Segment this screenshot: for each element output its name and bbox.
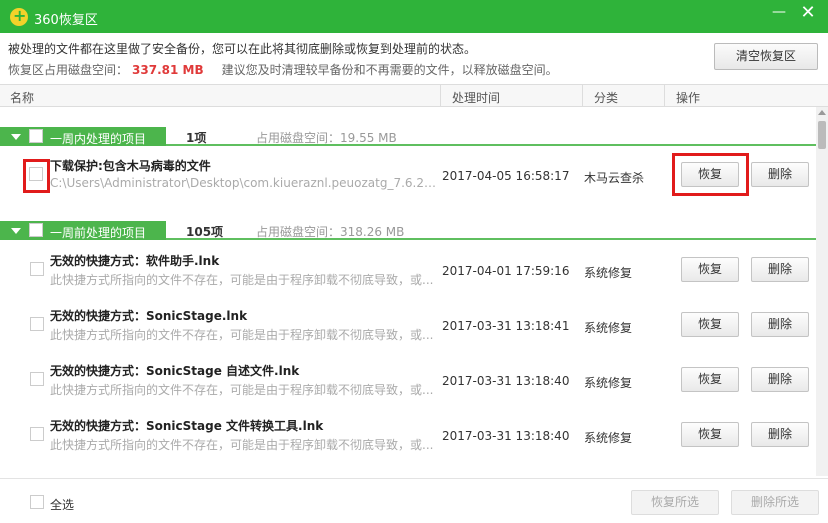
group-label: 一周前处理的项目	[50, 226, 147, 240]
item-desc: 此快捷方式所指向的文件不存在，可能是由于程序卸载不彻底导致，或...	[50, 273, 434, 287]
collapse-arrow-icon[interactable]	[11, 228, 21, 234]
table-row[interactable]: 无效的快捷方式：SonicStage.lnk 此快捷方式所指向的文件不存在，可能…	[0, 299, 816, 354]
item-category: 系统修复	[584, 376, 633, 390]
footer: 全选 恢复所选 删除所选	[0, 478, 828, 523]
item-name: 无效的快捷方式：SonicStage.lnk	[50, 309, 248, 323]
scrollbar[interactable]	[816, 107, 828, 476]
delete-button[interactable]: 删除	[751, 162, 809, 187]
row-checkbox[interactable]	[30, 372, 44, 386]
space-label: 恢复区占用磁盘空间：	[8, 63, 129, 77]
restore-selected-button[interactable]: 恢复所选	[631, 490, 719, 515]
delete-button[interactable]: 删除	[751, 257, 809, 282]
restore-button[interactable]: 恢复	[681, 312, 739, 337]
title-bar: 360恢复区 — ✕	[0, 0, 828, 33]
select-all-checkbox[interactable]	[30, 495, 44, 509]
window-title: 360恢复区	[34, 13, 98, 28]
restore-button[interactable]: 恢复	[681, 162, 739, 187]
item-name: 下载保护:包含木马病毒的文件	[50, 159, 211, 173]
group-header-older[interactable]: 一周前处理的项目 105项 占用磁盘空间：318.26 MB	[0, 218, 816, 242]
select-all-label[interactable]: 全选	[50, 496, 74, 513]
table-row[interactable]: 无效的快捷方式：SonicStage 自述文件.lnk 此快捷方式所指向的文件不…	[0, 354, 816, 409]
item-time: 2017-03-31 13:18:41	[442, 319, 570, 333]
item-name: 无效的快捷方式：软件助手.lnk	[50, 254, 220, 268]
group-count: 1项	[186, 131, 207, 145]
group-space: 占用磁盘空间：19.55 MB	[256, 131, 397, 145]
group-checkbox[interactable]	[29, 223, 43, 237]
collapse-arrow-icon[interactable]	[11, 134, 21, 140]
minimize-icon[interactable]: —	[768, 4, 790, 26]
col-divider	[582, 85, 583, 106]
restore-button[interactable]: 恢复	[681, 422, 739, 447]
highlight-box	[23, 159, 50, 193]
row-checkbox[interactable]	[30, 317, 44, 331]
item-name: 无效的快捷方式：SonicStage 文件转换工具.lnk	[50, 419, 324, 433]
table-row[interactable]: 无效的快捷方式：软件助手.lnk 此快捷方式所指向的文件不存在，可能是由于程序卸…	[0, 244, 816, 299]
item-time: 2017-03-31 13:18:40	[442, 429, 570, 443]
restore-button[interactable]: 恢复	[681, 257, 739, 282]
delete-button[interactable]: 删除	[751, 367, 809, 392]
group-checkbox[interactable]	[29, 129, 43, 143]
group-count: 105项	[186, 225, 224, 239]
col-name[interactable]: 名称	[10, 89, 34, 106]
space-tip: 建议您及时清理较早备份和不再需要的文件，以释放磁盘空间。	[221, 63, 558, 77]
item-category: 木马云查杀	[584, 171, 645, 185]
table-row[interactable]: 下载保护:包含木马病毒的文件 C:\Users\Administrator\De…	[0, 149, 816, 204]
clear-recovery-button[interactable]: 清空恢复区	[714, 43, 818, 70]
item-time: 2017-04-05 16:58:17	[442, 169, 570, 183]
item-desc: 此快捷方式所指向的文件不存在，可能是由于程序卸载不彻底导致，或...	[50, 383, 434, 397]
col-time[interactable]: 处理时间	[452, 89, 500, 106]
space-value: 337.81 MB	[132, 63, 204, 77]
info-text: 被处理的文件都在这里做了安全备份，您可以在此将其彻底删除或恢复到处理前的状态。	[8, 42, 477, 56]
item-category: 系统修复	[584, 266, 633, 280]
scroll-thumb[interactable]	[818, 121, 826, 149]
restore-button[interactable]: 恢复	[681, 367, 739, 392]
item-desc: 此快捷方式所指向的文件不存在，可能是由于程序卸载不彻底导致，或...	[50, 438, 434, 452]
row-checkbox[interactable]	[30, 262, 44, 276]
col-divider	[440, 85, 441, 106]
group-space: 占用磁盘空间：318.26 MB	[256, 225, 405, 239]
recovery-list: 一周内处理的项目 1项 占用磁盘空间：19.55 MB 下载保护:包含木马病毒的…	[0, 107, 816, 476]
row-checkbox[interactable]	[30, 427, 44, 441]
group-label: 一周内处理的项目	[50, 132, 147, 146]
delete-button[interactable]: 删除	[751, 422, 809, 447]
item-desc: C:\Users\Administrator\Desktop\com.kiuer…	[50, 176, 440, 190]
item-category: 系统修复	[584, 431, 633, 445]
group-header-recent[interactable]: 一周内处理的项目 1项 占用磁盘空间：19.55 MB	[0, 124, 816, 148]
item-desc: 此快捷方式所指向的文件不存在，可能是由于程序卸载不彻底导致，或...	[50, 328, 434, 342]
column-header: 名称 处理时间 分类 操作	[0, 84, 828, 107]
disk-usage-info: 恢复区占用磁盘空间： 337.81 MB 建议您及时清理较早备份和不再需要的文件，以…	[8, 61, 558, 78]
item-time: 2017-03-31 13:18:40	[442, 374, 570, 388]
col-divider	[664, 85, 665, 106]
app-logo-icon	[10, 6, 28, 26]
item-category: 系统修复	[584, 321, 633, 335]
item-time: 2017-04-01 17:59:16	[442, 264, 570, 278]
scroll-up-icon[interactable]	[818, 110, 826, 115]
col-category[interactable]: 分类	[594, 89, 618, 106]
table-row[interactable]: 无效的快捷方式：SonicStage 文件转换工具.lnk 此快捷方式所指向的文…	[0, 409, 816, 464]
close-icon[interactable]: ✕	[797, 2, 819, 26]
delete-selected-button[interactable]: 删除所选	[731, 490, 819, 515]
delete-button[interactable]: 删除	[751, 312, 809, 337]
item-name: 无效的快捷方式：SonicStage 自述文件.lnk	[50, 364, 300, 378]
col-action: 操作	[676, 91, 701, 105]
